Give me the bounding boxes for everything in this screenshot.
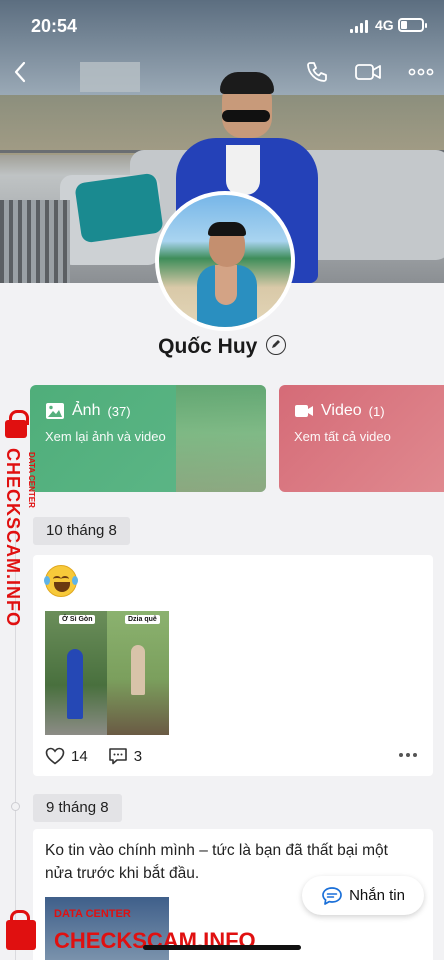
profile-top-bar (0, 56, 444, 88)
watermark-lock-icon (6, 910, 36, 950)
chat-bubble-icon (322, 886, 342, 905)
photos-card-title: Ảnh (37) (45, 402, 131, 420)
profile-avatar[interactable] (155, 191, 295, 331)
watermark-lock-icon (5, 410, 29, 438)
send-message-label: Nhắn tin (349, 887, 405, 904)
videos-card[interactable]: Video (1) Xem tất cả video (279, 385, 444, 492)
post-actions: 14 3 (45, 745, 162, 767)
chevron-left-icon (14, 61, 26, 83)
pencil-icon (271, 340, 280, 348)
post-photo[interactable]: Ở Sì Gòn Dzia quê (45, 611, 169, 735)
videos-card-subtitle: Xem tất cả video (294, 429, 391, 444)
avatar-person-hair (208, 222, 246, 236)
image-icon (46, 403, 64, 419)
video-icon (295, 405, 313, 417)
avatar-person-chest (215, 265, 237, 305)
photos-card[interactable]: Ảnh (37) Xem lại ảnh và video (30, 385, 266, 492)
cover-person-shirt (226, 145, 260, 195)
comment-icon[interactable] (108, 747, 128, 765)
videos-card-count: (1) (368, 403, 385, 419)
cover-chair (0, 200, 70, 283)
timeline-post[interactable]: Ở Sì Gòn Dzia quê 14 3 (33, 555, 433, 776)
timeline-date-chip: 9 tháng 8 (33, 794, 122, 822)
status-time: 20:54 (31, 16, 78, 36)
cover-pillow (74, 172, 164, 244)
profile-name: Quốc Huy (158, 335, 258, 358)
more-horizontal-icon (408, 68, 434, 76)
videos-card-title: Video (1) (294, 402, 385, 420)
battery-icon (398, 18, 427, 32)
phone-icon (307, 62, 327, 82)
video-call-button[interactable] (353, 56, 383, 88)
network-type: 4G (375, 17, 394, 33)
photos-card-count: (37) (107, 403, 131, 419)
send-message-button[interactable]: Nhắn tin (302, 876, 424, 915)
watermark-label-vertical: DATA CENTER (27, 452, 36, 508)
watermark-brand: CHECKSCAM.INFO (54, 928, 256, 953)
post-photo-person-left (67, 649, 83, 719)
call-button[interactable] (303, 56, 331, 88)
emoji-tear-left (44, 576, 50, 585)
photos-card-thumbnail (176, 385, 266, 492)
photos-card-label: Ảnh (72, 402, 101, 419)
home-indicator (143, 945, 301, 950)
more-options-button[interactable] (406, 56, 436, 88)
videos-card-label: Video (321, 402, 362, 419)
post-photo-tag-right: Dzia quê (125, 615, 160, 624)
emoji-tear-right (72, 576, 78, 585)
post-photo-tag-left: Ở Sì Gòn (59, 615, 96, 624)
timeline-date-chip: 10 tháng 8 (33, 517, 130, 545)
post-more-button[interactable] (399, 753, 417, 757)
back-button[interactable] (8, 56, 32, 88)
cover-person-sunglasses (222, 110, 270, 122)
profile-name-row: Quốc Huy (0, 335, 444, 359)
laughing-tears-emoji-icon (44, 565, 78, 597)
emoji-mouth (54, 582, 70, 592)
post-photo-person-right (131, 645, 145, 695)
video-camera-icon (355, 64, 381, 80)
like-count: 14 (71, 747, 88, 765)
photos-card-subtitle: Xem lại ảnh và video (45, 429, 166, 444)
signal-icon (350, 20, 370, 33)
timeline-dot (11, 802, 20, 811)
watermark-label: DATA CENTER (54, 908, 131, 920)
status-bar: 20:54 4G (0, 0, 444, 52)
heart-icon[interactable] (45, 747, 65, 765)
edit-name-button[interactable] (265, 335, 286, 355)
comment-count: 3 (133, 747, 143, 765)
watermark-brand-vertical: CHECKSCAM.INFO (3, 448, 23, 627)
